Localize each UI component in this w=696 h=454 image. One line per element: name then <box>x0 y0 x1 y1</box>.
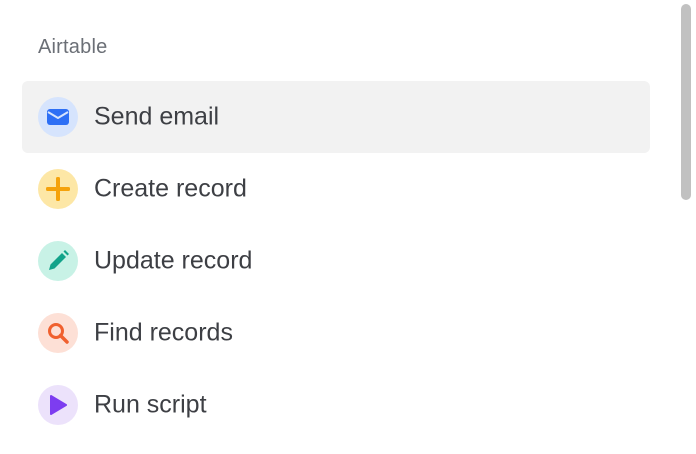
envelope-icon <box>38 97 78 137</box>
action-label: Create record <box>94 174 247 203</box>
action-label: Run script <box>94 390 207 419</box>
action-label: Update record <box>94 246 253 275</box>
action-picker-panel: Airtable Send email Create record Update… <box>0 0 696 454</box>
section-heading: Airtable <box>38 36 108 58</box>
action-item-update-record[interactable]: Update record <box>22 225 650 297</box>
search-icon <box>38 313 78 353</box>
action-item-find-records[interactable]: Find records <box>22 297 650 369</box>
action-item-send-email[interactable]: Send email <box>22 81 650 153</box>
action-label: Send email <box>94 102 220 131</box>
scrollbar-thumb[interactable] <box>681 4 691 200</box>
action-item-create-record[interactable]: Create record <box>22 153 650 225</box>
action-item-run-script[interactable]: Run script <box>22 369 650 441</box>
pencil-icon <box>38 241 78 281</box>
action-label: Find records <box>94 318 233 347</box>
plus-icon <box>38 169 78 209</box>
play-icon <box>38 385 78 425</box>
action-list: Send email Create record Update record F… <box>22 81 650 441</box>
scrollbar[interactable] <box>678 0 692 454</box>
